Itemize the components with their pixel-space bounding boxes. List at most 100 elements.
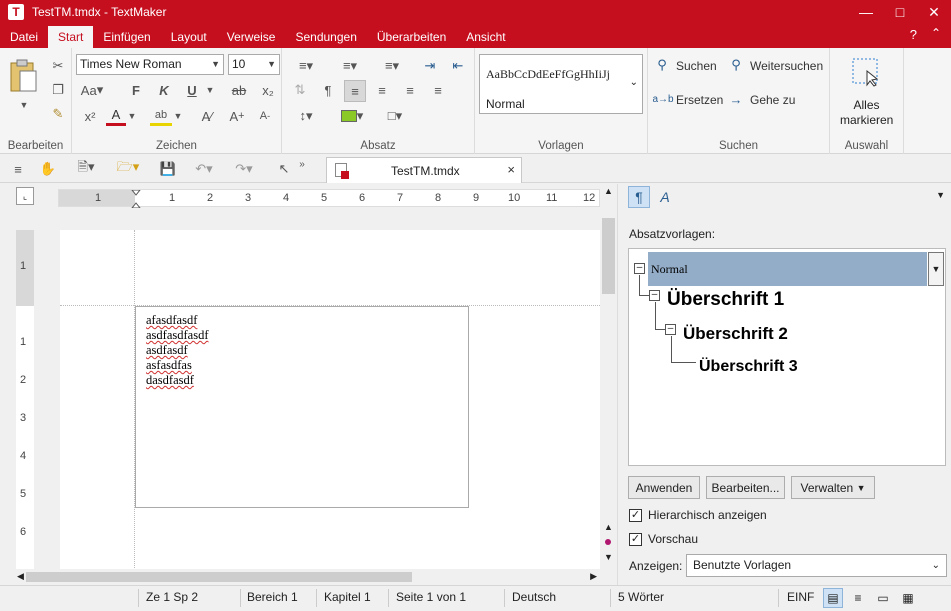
pointer-icon[interactable]: ↖ (274, 159, 294, 179)
close-tab-button[interactable]: × (507, 162, 515, 177)
show-select[interactable]: Benutzte Vorlagen ⌄ (686, 554, 947, 577)
replace-icon[interactable]: a→b (652, 90, 674, 108)
status-word-count[interactable]: 5 Wörter (618, 590, 664, 604)
chevron-down-icon[interactable]: ▼ (936, 190, 945, 200)
apply-button[interactable]: Anwenden (628, 476, 700, 499)
menu-icon[interactable]: ≡ (8, 159, 28, 179)
outline-view-icon[interactable]: ▭ (873, 588, 893, 608)
select-all-button[interactable]: Alles markieren (830, 98, 903, 128)
superscript-button[interactable]: x² (80, 106, 100, 126)
scroll-right-icon[interactable]: ▶ (590, 571, 597, 582)
tab-sendungen[interactable]: Sendungen (285, 26, 366, 48)
save-icon[interactable]: 💾 (158, 159, 178, 179)
format-painter-icon[interactable]: ✎ (48, 104, 68, 124)
maximize-button[interactable]: □ (883, 0, 917, 24)
text-frame[interactable]: afasdfasdf asdfasdfasdf asdfasdf asfasdf… (135, 306, 469, 508)
search-next-button[interactable]: Weitersuchen (750, 59, 823, 73)
style-dropdown-button[interactable]: ▼ (928, 252, 944, 286)
horizontal-ruler[interactable]: 1 1 2 3 4 5 6 7 8 9 10 11 12 (58, 189, 600, 208)
numbered-list-icon[interactable]: ≡▾ (334, 56, 366, 76)
status-page[interactable]: Seite 1 von 1 (396, 590, 466, 604)
chevron-down-icon[interactable]: ⌄ (630, 77, 638, 88)
scroll-up-icon[interactable]: ▲ (604, 186, 613, 196)
italic-button[interactable]: K (154, 80, 174, 100)
close-window-button[interactable]: ✕ (917, 0, 951, 24)
search-next-icon[interactable]: ⚲ (728, 56, 744, 74)
increase-indent-icon[interactable]: ⇥ (420, 56, 440, 76)
page-down-icon[interactable]: ▼ (604, 552, 613, 562)
font-color-button[interactable]: A (106, 106, 126, 126)
paste-dropdown-icon[interactable]: ▼ (14, 98, 34, 112)
subscript-button[interactable]: x₂ (258, 80, 278, 100)
status-insert-mode[interactable]: EINF (787, 590, 814, 604)
tab-verweise[interactable]: Verweise (217, 26, 286, 48)
open-folder-icon[interactable]: 🗁▾ (110, 159, 146, 179)
manage-styles-button[interactable]: Verwalten ▼ (791, 476, 875, 499)
new-document-icon[interactable]: 🗎▾ (68, 159, 104, 179)
collapse-icon[interactable]: – (665, 324, 676, 335)
highlight-dropdown-icon[interactable]: ▼ (172, 106, 184, 126)
hierarchical-checkbox[interactable]: ✓ (629, 509, 642, 522)
tab-einfuegen[interactable]: Einfügen (93, 26, 160, 48)
status-position[interactable]: Ze 1 Sp 2 (146, 590, 198, 604)
collapse-icon[interactable]: – (634, 263, 645, 274)
select-all-icon[interactable] (850, 56, 882, 88)
search-icon[interactable]: ⚲ (654, 56, 670, 74)
minimize-button[interactable]: — (849, 0, 883, 24)
styles-gallery[interactable]: AaBbCcDdEeFfGgHhIiJj Normal ⌄ (479, 54, 643, 114)
justify-icon[interactable]: ≡ (428, 80, 448, 100)
shrink-font-icon[interactable]: A- (254, 106, 276, 126)
preview-checkbox[interactable]: ✓ (629, 533, 642, 546)
underline-button[interactable]: U (182, 80, 202, 100)
replace-button[interactable]: Ersetzen (676, 93, 723, 107)
underline-dropdown-icon[interactable]: ▼ (204, 80, 216, 100)
tree-node[interactable]: Normal (651, 262, 688, 277)
panel-splitter[interactable] (617, 184, 625, 585)
browse-object-icon[interactable] (605, 539, 611, 545)
page-view-icon[interactable]: ▤ (823, 588, 843, 608)
strikethrough-button[interactable]: ab (228, 80, 250, 100)
collapse-icon[interactable]: – (649, 290, 660, 301)
text-line[interactable]: afasdfasdf (146, 313, 197, 328)
tab-datei[interactable]: Datei (0, 26, 48, 48)
status-section[interactable]: Bereich 1 (247, 590, 298, 604)
tree-node[interactable]: Überschrift 2 (683, 324, 788, 344)
scrollbar-thumb[interactable] (602, 218, 615, 294)
status-language[interactable]: Deutsch (512, 590, 556, 604)
hand-icon[interactable]: ✋ (38, 159, 58, 179)
tab-stop-selector[interactable]: ⌞ (16, 187, 34, 205)
continuous-view-icon[interactable]: ≡ (848, 588, 868, 608)
vertical-scrollbar[interactable]: ▲ ▲ ▼ (600, 184, 617, 569)
toolbar-overflow-icon[interactable]: » (296, 157, 308, 171)
grow-font-icon[interactable]: A + (226, 106, 248, 126)
text-line[interactable]: asfasdfas (146, 358, 192, 373)
vertical-ruler[interactable]: 1 1 2 3 4 5 6 (16, 230, 34, 570)
redo-icon[interactable]: ↷▾ (228, 159, 260, 179)
goto-button[interactable]: Gehe zu (750, 93, 795, 107)
search-button[interactable]: Suchen (676, 59, 717, 73)
help-icon[interactable]: ? (910, 27, 917, 42)
page-up-icon[interactable]: ▲ (604, 522, 613, 532)
status-chapter[interactable]: Kapitel 1 (324, 590, 371, 604)
text-line[interactable]: asdfasdfasdf (146, 328, 208, 343)
align-right-icon[interactable]: ≡ (400, 80, 420, 100)
sort-icon[interactable]: ⇅ (290, 80, 310, 100)
font-name-combo[interactable]: Times New Roman ▼ (76, 54, 224, 75)
scrollbar-thumb[interactable] (26, 572, 412, 582)
cut-icon[interactable]: ✂ (48, 56, 68, 76)
tab-layout[interactable]: Layout (161, 26, 217, 48)
goto-icon[interactable]: → (728, 90, 744, 108)
tree-node[interactable]: Überschrift 1 (667, 289, 784, 311)
shading-icon[interactable]: ▾ (334, 106, 370, 126)
paste-icon[interactable] (6, 58, 40, 94)
tab-start[interactable]: Start (48, 26, 94, 48)
borders-icon[interactable]: □▾ (378, 106, 412, 126)
decrease-indent-icon[interactable]: ⇤ (448, 56, 468, 76)
text-line[interactable]: asdfasdf (146, 343, 188, 358)
bold-button[interactable]: F (126, 80, 146, 100)
scroll-left-icon[interactable]: ◀ (17, 571, 24, 582)
copy-icon[interactable]: ❐ (48, 80, 68, 100)
app-logo-icon[interactable]: T (8, 4, 24, 20)
bullet-list-icon[interactable]: ≡▾ (290, 56, 322, 76)
pilcrow-button[interactable]: ¶ (318, 80, 338, 100)
